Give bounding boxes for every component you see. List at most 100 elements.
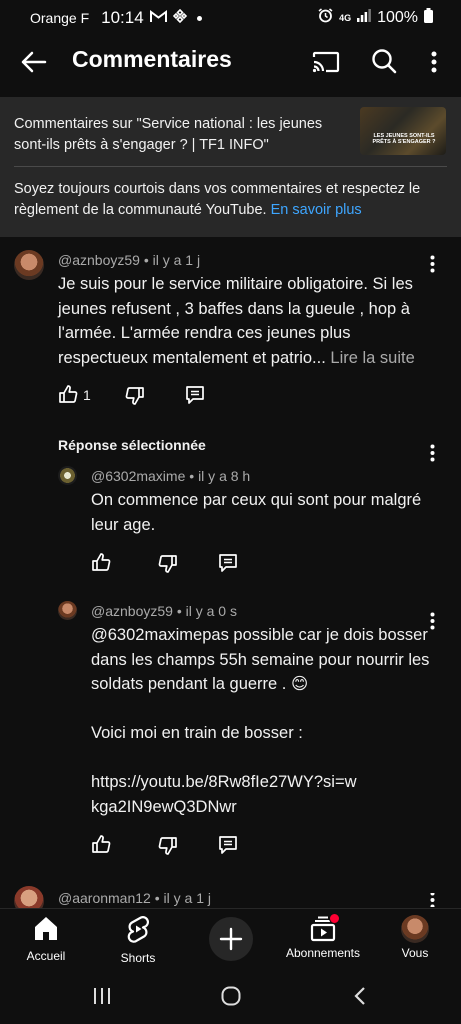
create-button[interactable]	[209, 917, 253, 961]
create-icon	[219, 927, 243, 951]
reply-actions	[91, 552, 251, 576]
recent-apps-button[interactable]	[92, 986, 112, 1011]
reply-time: il y a 0 s	[185, 603, 237, 619]
like-button[interactable]	[91, 552, 111, 572]
home-icon	[35, 917, 57, 940]
recent-apps-icon	[94, 988, 110, 1004]
thumbs-up-icon	[92, 835, 111, 853]
avatar	[401, 915, 429, 943]
home-circle-icon	[221, 986, 241, 1006]
kebab-menu-icon	[430, 444, 434, 462]
arrow-back-icon	[21, 51, 47, 73]
comment-time: il y a 1 j	[152, 252, 201, 268]
more-options-button[interactable]	[422, 46, 446, 78]
nav-label: Vous	[401, 946, 429, 960]
thumbs-down-icon	[158, 555, 177, 573]
comment-meta: @aaronman12 • il y a 1 j	[58, 890, 211, 906]
network-type-label: 4G	[339, 12, 352, 23]
comment-author[interactable]: @aaronman12	[58, 890, 151, 906]
notification-dot-icon	[196, 15, 202, 21]
like-count: 1	[83, 387, 91, 403]
signal-icon	[357, 9, 371, 26]
page-title: Commentaires	[72, 46, 232, 72]
home-button[interactable]	[221, 986, 241, 1011]
chevron-left-icon	[354, 987, 365, 1005]
reply-button[interactable]	[218, 835, 238, 855]
comment-meta: @aznboyz59 • il y a 1 j	[58, 252, 201, 268]
notification-badge-icon	[329, 913, 340, 924]
nav-shorts[interactable]: Shorts	[93, 915, 183, 965]
binance-icon	[172, 8, 187, 27]
comment-actions: 1	[58, 384, 258, 408]
battery-icon	[424, 8, 433, 27]
comment-icon	[219, 836, 237, 854]
comment-icon	[186, 386, 204, 404]
comment-author[interactable]: @aznboyz59	[58, 252, 140, 268]
back-button[interactable]	[18, 46, 50, 78]
like-button[interactable]	[58, 384, 78, 404]
divider	[14, 166, 447, 167]
reply-menu-button[interactable]	[422, 441, 442, 465]
reply-meta: @aznboyz59 • il y a 0 s	[91, 603, 237, 619]
system-back-button[interactable]	[353, 986, 367, 1011]
battery-label: 100%	[377, 8, 418, 26]
reply-actions	[91, 834, 251, 858]
like-button[interactable]	[91, 834, 111, 854]
reply-button[interactable]	[218, 553, 238, 573]
nav-label: Accueil	[26, 949, 66, 963]
search-button[interactable]	[367, 44, 401, 78]
reply-text: @6302maximepas possible car je dois boss…	[91, 626, 430, 693]
nav-label: Abonnements	[285, 946, 361, 960]
selected-reply-heading: Réponse sélectionnée	[58, 437, 206, 453]
reply-author[interactable]: @aznboyz59	[91, 603, 173, 619]
thumbs-up-icon	[92, 553, 111, 571]
avatar[interactable]	[58, 601, 77, 620]
thumbs-down-icon	[125, 387, 144, 405]
reply-author[interactable]: @6302maxime	[91, 468, 185, 484]
bottom-navigation: Accueil Shorts Abonnements Vous	[0, 908, 461, 975]
kebab-menu-icon	[431, 51, 437, 73]
nav-you[interactable]: Vous	[370, 915, 460, 960]
community-guidelines: Soyez toujours courtois dans vos comment…	[14, 179, 434, 221]
kebab-menu-icon	[430, 255, 434, 273]
system-navigation	[0, 970, 461, 1024]
thumbnail-caption: LES JEUNES SONT-ILS PRÊTS À S'ENGAGER ?	[372, 133, 436, 145]
clock: 10:14	[101, 8, 144, 27]
video-thumbnail[interactable]: LES JEUNES SONT-ILS PRÊTS À S'ENGAGER ?	[360, 107, 446, 155]
reply-meta: @6302maxime • il y a 8 h	[91, 468, 251, 484]
avatar[interactable]	[14, 250, 44, 280]
cast-icon	[312, 51, 340, 73]
comment-icon	[219, 554, 237, 572]
dislike-button[interactable]	[158, 836, 178, 856]
carrier-label: Orange F	[30, 10, 90, 26]
comment-time: il y a 1 j	[163, 890, 211, 906]
shorts-icon	[127, 916, 149, 943]
reply-text-line: Voici moi en train de bosser :	[91, 724, 303, 742]
search-icon	[372, 49, 397, 74]
nav-label: Shorts	[120, 951, 156, 965]
video-link[interactable]: https://youtu.be/8Rw8fIe27WY?si=wkga2IN9…	[91, 770, 361, 819]
video-title[interactable]: Commentaires sur "Service national : les…	[14, 114, 334, 156]
avatar[interactable]	[58, 466, 77, 485]
gmail-icon	[149, 9, 167, 27]
cast-button[interactable]	[309, 46, 343, 78]
video-info-panel: Commentaires sur "Service national : les…	[0, 97, 461, 237]
app-bar: Commentaires	[0, 34, 461, 90]
comment-menu-button[interactable]	[422, 893, 442, 907]
nav-home[interactable]: Accueil	[1, 915, 91, 963]
nav-create[interactable]	[186, 917, 276, 961]
learn-more-link[interactable]: En savoir plus	[271, 202, 362, 218]
reply-text: On commence par ceux qui sont pour malgr…	[91, 491, 422, 534]
reply-button[interactable]	[185, 385, 205, 405]
dislike-button[interactable]	[125, 386, 145, 406]
thumbs-down-icon	[158, 837, 177, 855]
reply-time: il y a 8 h	[198, 468, 251, 484]
thumbs-up-icon	[59, 385, 78, 403]
dislike-button[interactable]	[158, 554, 178, 574]
read-more-link[interactable]: Lire la suite	[330, 349, 414, 367]
nav-subscriptions[interactable]: Abonnements	[278, 913, 368, 960]
status-bar: Orange F 10:14 4G 100%	[0, 0, 461, 34]
alarm-icon	[318, 8, 333, 27]
kebab-menu-icon	[430, 893, 434, 907]
comment-text: Je suis pour le service militaire obliga…	[58, 272, 428, 370]
